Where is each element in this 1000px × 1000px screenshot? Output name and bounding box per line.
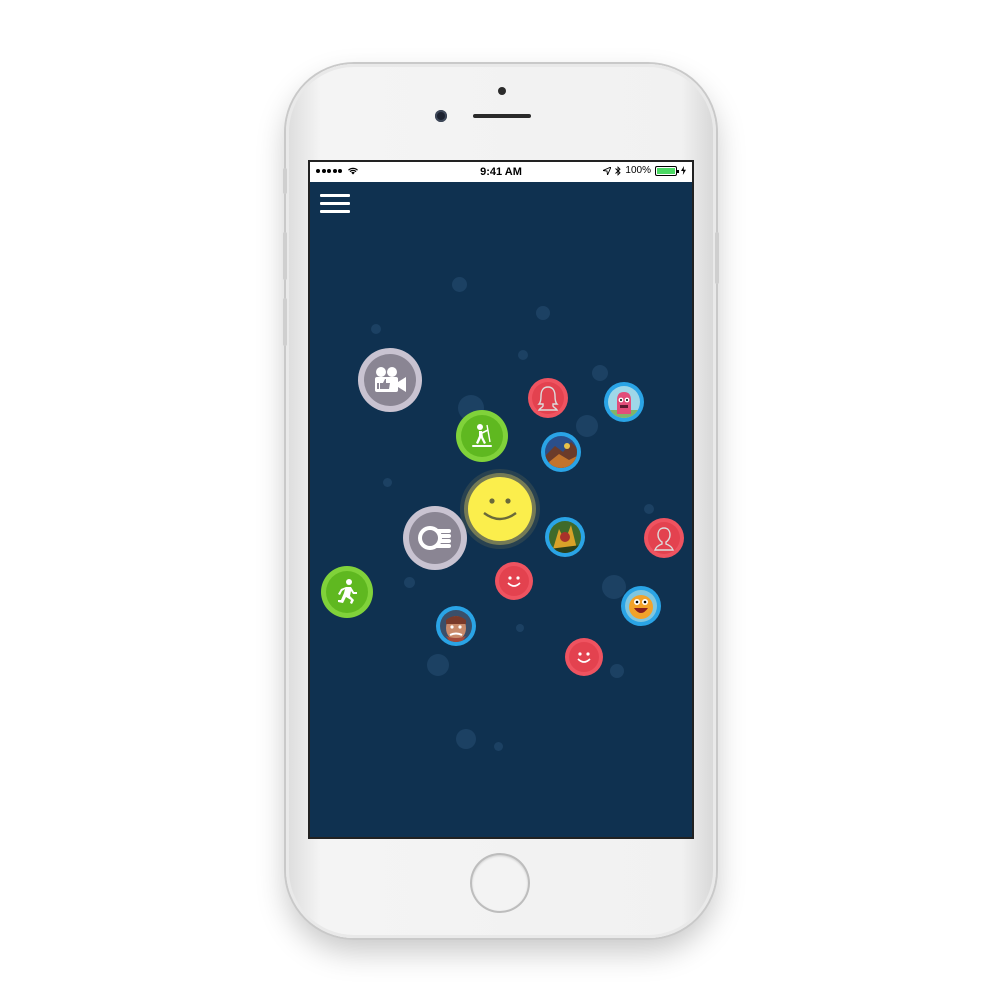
- female-silhouette-icon: [537, 386, 559, 411]
- background-dot: [576, 415, 598, 437]
- background-dot: [371, 324, 381, 334]
- background-dot: [536, 306, 550, 320]
- pink-monster-avatar-icon: [608, 386, 640, 418]
- coins-bubble[interactable]: [403, 506, 467, 570]
- smiley-bubble-1[interactable]: [495, 562, 533, 600]
- paddleboard-bubble[interactable]: [456, 410, 508, 462]
- power-button: [715, 232, 719, 284]
- smiley-bubble-2[interactable]: [565, 638, 603, 676]
- center-smiley-bubble[interactable]: [468, 477, 532, 541]
- orange-creature-avatar[interactable]: [621, 586, 661, 626]
- background-dot: [383, 478, 392, 487]
- background-dot: [644, 504, 654, 514]
- male-avatar-bubble[interactable]: [644, 518, 684, 558]
- front-camera-icon: [435, 110, 447, 122]
- game-art-avatar-icon: [549, 521, 581, 553]
- volume-up-button: [283, 232, 287, 280]
- orange-creature-avatar-icon: [625, 590, 657, 622]
- home-button[interactable]: [472, 855, 528, 911]
- background-dot: [516, 624, 524, 632]
- app-screen: 9:41 AM 100%: [310, 162, 692, 837]
- warrior-avatar[interactable]: [436, 606, 476, 646]
- battery-icon: [655, 165, 679, 176]
- game-art-avatar-1[interactable]: [541, 432, 581, 472]
- charging-icon: [681, 166, 686, 175]
- background-dot: [494, 742, 503, 751]
- background-dot: [456, 729, 476, 749]
- warrior-avatar-icon: [440, 610, 472, 642]
- status-bar: 9:41 AM 100%: [310, 162, 692, 182]
- male-silhouette-icon: [654, 527, 674, 551]
- background-dot: [592, 365, 608, 381]
- bluetooth-icon: [615, 165, 622, 176]
- game-art-avatar-icon: [545, 436, 577, 468]
- paddleboard-person-icon: [472, 424, 492, 447]
- background-dot: [602, 575, 626, 599]
- background-dot: [452, 277, 467, 292]
- background-dot: [427, 654, 449, 676]
- smiley-face-icon: [507, 576, 521, 587]
- earpiece-speaker: [473, 114, 531, 118]
- background-dot: [404, 577, 415, 588]
- background-dot: [610, 664, 624, 678]
- video-like-bubble[interactable]: [358, 348, 422, 412]
- coins-stack-icon: [418, 526, 451, 550]
- running-person-icon: [338, 579, 357, 604]
- background-dot: [518, 350, 528, 360]
- video-camera-thumbs-up-icon: [375, 367, 406, 392]
- battery-percent: 100%: [625, 165, 651, 176]
- female-avatar-bubble[interactable]: [528, 378, 568, 418]
- game-art-avatar-2[interactable]: [545, 517, 585, 557]
- running-bubble[interactable]: [321, 566, 373, 618]
- smiley-face-icon: [577, 652, 591, 663]
- proximity-sensor: [498, 87, 506, 95]
- smiley-face-icon: [483, 498, 517, 521]
- mute-switch: [283, 168, 287, 194]
- hamburger-menu-icon[interactable]: [320, 194, 350, 214]
- volume-down-button: [283, 298, 287, 346]
- pink-monster-avatar[interactable]: [604, 382, 644, 422]
- location-icon: [603, 166, 612, 175]
